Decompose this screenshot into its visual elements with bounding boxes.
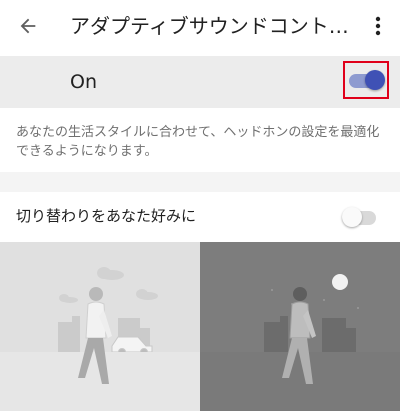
night-scene-illustration bbox=[200, 242, 400, 411]
stars bbox=[271, 289, 359, 309]
section-divider bbox=[0, 172, 400, 192]
auto-switch-toggle-thumb bbox=[342, 207, 362, 227]
highlight-box bbox=[343, 61, 389, 99]
moon-icon bbox=[332, 274, 348, 290]
feature-description: あなたの生活スタイルに合わせて、ヘッドホンの設定を最適化できるようになります。 bbox=[16, 125, 380, 159]
auto-switch-row[interactable]: 切り替わりをあなた好みに bbox=[0, 192, 400, 242]
day-scene-illustration bbox=[0, 242, 200, 411]
arrow-back-icon bbox=[20, 18, 36, 34]
auto-switch-toggle[interactable] bbox=[342, 207, 378, 229]
back-button[interactable] bbox=[8, 6, 48, 46]
master-switch-label: On bbox=[70, 71, 97, 93]
page-title: アダプティブサウンドコント… bbox=[70, 14, 349, 38]
cloud-icon bbox=[59, 267, 158, 303]
auto-switch-label: 切り替わりをあなた好みに bbox=[16, 207, 197, 225]
master-switch-row[interactable]: On bbox=[0, 56, 400, 108]
more-vert-icon bbox=[375, 16, 381, 36]
app-bar: アダプティブサウンドコント… bbox=[0, 0, 400, 52]
more-options-button[interactable] bbox=[362, 6, 394, 46]
